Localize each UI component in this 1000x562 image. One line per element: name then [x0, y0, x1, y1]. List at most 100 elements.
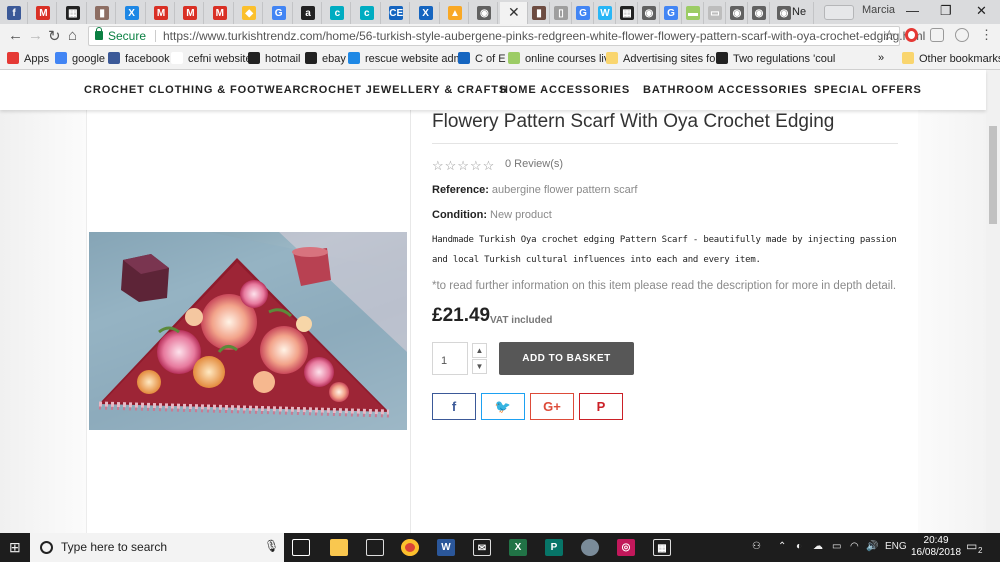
- browser-tab[interactable]: ◉: [638, 2, 660, 24]
- bookmark-item[interactable]: Other bookmarks: [902, 52, 1000, 65]
- volume-icon[interactable]: 🔊: [866, 541, 878, 552]
- windows-start-icon[interactable]: ⊞: [9, 539, 21, 556]
- shield-icon[interactable]: [930, 28, 944, 42]
- browser-tab[interactable]: X: [412, 2, 440, 24]
- bookmark-item[interactable]: rescue website admi: [348, 52, 465, 65]
- browser-tab[interactable]: M: [206, 2, 234, 24]
- task-view-icon[interactable]: [292, 539, 310, 556]
- browser-tab[interactable]: G: [265, 2, 293, 24]
- microphone-icon[interactable]: 🎙: [264, 539, 279, 553]
- browser-tab[interactable]: ◆: [235, 2, 264, 24]
- browser-tab[interactable]: ▦: [59, 2, 87, 24]
- twitter-share-button[interactable]: 🐦: [481, 393, 525, 420]
- browser-tab[interactable]: c: [323, 2, 352, 24]
- browser-tab[interactable]: ▬: [682, 2, 704, 24]
- language-indicator[interactable]: ENG: [885, 541, 907, 552]
- quantity-down-icon[interactable]: ▼: [472, 359, 487, 374]
- browser-tab[interactable]: ◉: [748, 2, 770, 24]
- close-window-icon[interactable]: ✕: [976, 3, 987, 19]
- browser-tab[interactable]: M: [176, 2, 205, 24]
- browser-tab[interactable]: ▭: [704, 2, 726, 24]
- calculator-icon[interactable]: ▦: [653, 539, 671, 556]
- bookmark-item[interactable]: ebay: [305, 52, 346, 65]
- new-tab-button[interactable]: [824, 5, 854, 20]
- bookmark-item[interactable]: C of E: [458, 52, 506, 65]
- bookmark-star-icon[interactable]: ☆: [883, 27, 896, 44]
- forward-icon[interactable]: →: [28, 27, 43, 44]
- quantity-input[interactable]: 1: [432, 342, 468, 375]
- browser-tab[interactable]: X: [118, 2, 146, 24]
- extension-icon[interactable]: [955, 28, 969, 42]
- chrome-icon[interactable]: [401, 539, 419, 556]
- home-icon[interactable]: ⌂: [68, 27, 77, 44]
- wifi-icon[interactable]: ◠: [850, 541, 859, 552]
- browser-tab[interactable]: c: [353, 2, 381, 24]
- browser-tab[interactable]: ▮: [528, 2, 550, 24]
- onedrive-icon[interactable]: ☁: [813, 541, 823, 552]
- publisher-icon[interactable]: P: [545, 539, 563, 556]
- people-icon[interactable]: ⚇: [752, 541, 761, 552]
- bookmark-item[interactable]: online courses live: [508, 52, 616, 65]
- bookmark-item[interactable]: google: [55, 52, 105, 65]
- tab-active[interactable]: ✕: [500, 2, 528, 24]
- bookmark-item[interactable]: hotmail: [248, 52, 300, 65]
- maximize-icon[interactable]: ❐: [940, 3, 952, 19]
- quantity-up-icon[interactable]: ▲: [472, 343, 487, 358]
- browser-tab[interactable]: G: [660, 2, 682, 24]
- url-text[interactable]: https://www.turkishtrendz.com/home/56-tu…: [163, 29, 925, 43]
- bookmark-item[interactable]: Two regulations 'coul: [716, 52, 835, 65]
- browser-tab[interactable]: ▦: [616, 2, 638, 24]
- reviews-link[interactable]: 0 Review(s): [505, 158, 563, 170]
- product-image[interactable]: [89, 232, 407, 430]
- bookmarks-overflow-icon[interactable]: »: [878, 52, 884, 64]
- browser-tab[interactable]: M: [29, 2, 58, 24]
- browser-tab[interactable]: W: [594, 2, 616, 24]
- excel-icon[interactable]: X: [509, 539, 527, 556]
- profile-name[interactable]: Marcia: [862, 4, 895, 16]
- tab-last[interactable]: ◉ Ne: [770, 2, 814, 24]
- network-icon[interactable]: ▭: [832, 541, 841, 552]
- nav-special-offers[interactable]: SPECIAL OFFERS: [814, 84, 922, 96]
- nav-crochet-jewellery[interactable]: CROCHET JEWELLERY & CRAFTS: [301, 84, 507, 96]
- bookmark-item[interactable]: Advertising sites for: [606, 52, 719, 65]
- nav-crochet-clothing[interactable]: CROCHET CLOTHING & FOOTWEAR: [84, 84, 301, 96]
- notification-icon[interactable]: ▭: [966, 539, 977, 553]
- close-tab-icon[interactable]: ✕: [508, 4, 520, 21]
- browser-tab[interactable]: ◉: [470, 2, 499, 24]
- nav-bathroom-accessories[interactable]: BATHROOM ACCESSORIES: [643, 84, 808, 96]
- store-icon[interactable]: [366, 539, 384, 556]
- add-to-basket-button[interactable]: ADD TO BASKET: [499, 342, 634, 375]
- instagram-icon[interactable]: ◎: [617, 539, 635, 556]
- word-icon[interactable]: W: [437, 539, 455, 556]
- bookmark-item[interactable]: Apps: [7, 52, 49, 65]
- browser-tab[interactable]: ▲: [441, 2, 469, 24]
- menu-icon[interactable]: ⋮: [980, 27, 993, 43]
- clock[interactable]: 20:49 16/08/2018: [911, 535, 961, 559]
- tray-app-icon[interactable]: ◐: [796, 541, 802, 552]
- browser-tab[interactable]: ▮: [88, 2, 117, 24]
- minimize-icon[interactable]: —: [906, 3, 919, 18]
- google-plus-share-button[interactable]: G+: [530, 393, 574, 420]
- address-bar[interactable]: Secure https://www.turkishtrendz.com/hom…: [88, 26, 925, 46]
- bookmark-item[interactable]: cefni website: [171, 52, 252, 65]
- browser-tab[interactable]: ◉: [726, 2, 748, 24]
- browser-tab[interactable]: f: [0, 2, 28, 24]
- browser-tab[interactable]: G: [572, 2, 594, 24]
- opera-icon[interactable]: [905, 28, 918, 42]
- taskbar-search[interactable]: Type here to search 🎙: [30, 533, 284, 562]
- app-icon[interactable]: [581, 539, 599, 556]
- tray-chevron-icon[interactable]: ⌃: [778, 541, 786, 552]
- mail-icon[interactable]: ✉: [473, 539, 491, 556]
- bookmark-item[interactable]: facebook: [108, 52, 170, 65]
- file-explorer-icon[interactable]: [330, 539, 348, 556]
- pinterest-share-button[interactable]: P: [579, 393, 623, 420]
- scrollbar-thumb[interactable]: [989, 126, 997, 224]
- browser-tab[interactable]: a: [294, 2, 322, 24]
- nav-home-accessories[interactable]: HOME ACCESSORIES: [500, 84, 630, 96]
- page-scrollbar[interactable]: [986, 70, 1000, 533]
- browser-tab[interactable]: ▯: [550, 2, 572, 24]
- rating-stars-icon[interactable]: ☆☆☆☆☆: [432, 158, 495, 174]
- browser-tab[interactable]: M: [147, 2, 175, 24]
- back-icon[interactable]: ←: [8, 27, 23, 44]
- facebook-share-button[interactable]: f: [432, 393, 476, 420]
